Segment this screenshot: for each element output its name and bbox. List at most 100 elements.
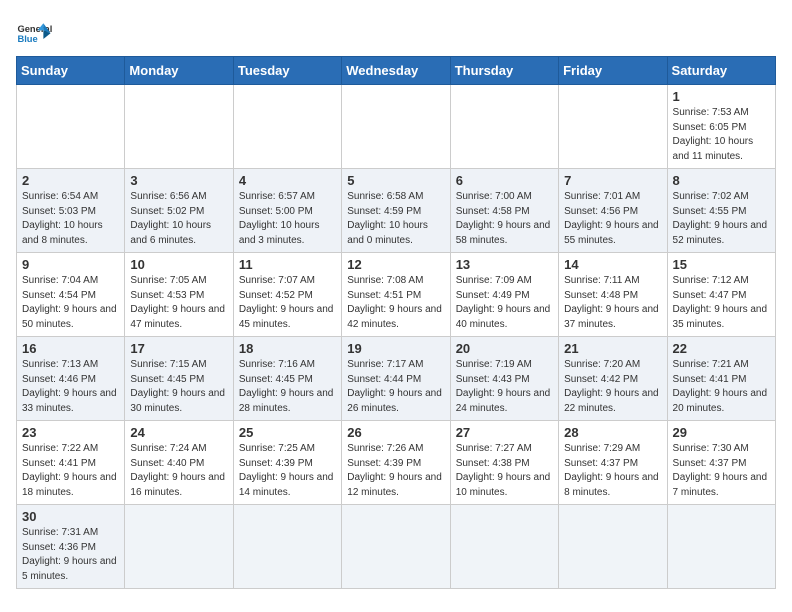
calendar-cell: 12 Sunrise: 7:08 AM Sunset: 4:51 PM Dayli…: [342, 253, 450, 337]
calendar-cell: 14 Sunrise: 7:11 AM Sunset: 4:48 PM Dayli…: [559, 253, 667, 337]
day-info: Sunrise: 7:15 AM Sunset: 4:45 PM Dayligh…: [130, 358, 227, 416]
calendar-week-row: 16Sunrise: 7:13 AM Sunset: 4:46 PM Dayli…: [17, 337, 776, 421]
day-number: 8: [673, 173, 770, 188]
day-number: 10: [130, 257, 227, 272]
day-info: Sunrise: 7:13 AM Sunset: 4:46 PM Dayligh…: [22, 358, 119, 416]
day-info: Sunrise: 7:00 AM Sunset: 4:58 PM Dayligh…: [456, 190, 553, 248]
day-info: Sunrise: 7:26 AM Sunset: 4:39 PM Dayligh…: [347, 442, 444, 500]
day-info: Sunrise: 7:01 AM Sunset: 4:56 PM Dayligh…: [564, 190, 661, 248]
day-info: Sunrise: 6:57 AM Sunset: 5:00 PM Dayligh…: [239, 190, 336, 248]
calendar-cell: [342, 505, 450, 589]
calendar-cell: 4 Sunrise: 6:57 AM Sunset: 5:00 PM Daylig…: [233, 169, 341, 253]
calendar-cell: 27 Sunrise: 7:27 AM Sunset: 4:38 PM Dayli…: [450, 421, 558, 505]
calendar-cell: 13 Sunrise: 7:09 AM Sunset: 4:49 PM Dayli…: [450, 253, 558, 337]
day-info: Sunrise: 7:31 AM Sunset: 4:36 PM Dayligh…: [22, 526, 119, 584]
day-number: 7: [564, 173, 661, 188]
calendar-day-header: Tuesday: [233, 57, 341, 85]
calendar-cell: 18 Sunrise: 7:16 AM Sunset: 4:45 PM Dayli…: [233, 337, 341, 421]
calendar-cell: [450, 85, 558, 169]
page-header: General Blue: [16, 16, 776, 52]
day-number: 27: [456, 425, 553, 440]
logo-icon: General Blue: [16, 16, 52, 52]
day-number: 6: [456, 173, 553, 188]
day-info: Sunrise: 7:02 AM Sunset: 4:55 PM Dayligh…: [673, 190, 770, 248]
day-number: 1: [673, 89, 770, 104]
day-number: 17: [130, 341, 227, 356]
day-info: Sunrise: 7:12 AM Sunset: 4:47 PM Dayligh…: [673, 274, 770, 332]
day-info: Sunrise: 7:27 AM Sunset: 4:38 PM Dayligh…: [456, 442, 553, 500]
calendar-cell: [233, 505, 341, 589]
day-info: Sunrise: 7:16 AM Sunset: 4:45 PM Dayligh…: [239, 358, 336, 416]
calendar-cell: 26Sunrise: 7:26 AM Sunset: 4:39 PM Dayli…: [342, 421, 450, 505]
day-info: Sunrise: 6:54 AM Sunset: 5:03 PM Dayligh…: [22, 190, 119, 248]
calendar-cell: 21Sunrise: 7:20 AM Sunset: 4:42 PM Dayli…: [559, 337, 667, 421]
calendar-cell: 17 Sunrise: 7:15 AM Sunset: 4:45 PM Dayli…: [125, 337, 233, 421]
calendar-cell: 29 Sunrise: 7:30 AM Sunset: 4:37 PM Dayli…: [667, 421, 775, 505]
day-number: 5: [347, 173, 444, 188]
calendar-cell: 8 Sunrise: 7:02 AM Sunset: 4:55 PM Daylig…: [667, 169, 775, 253]
calendar-cell: 3Sunrise: 6:56 AM Sunset: 5:02 PM Daylig…: [125, 169, 233, 253]
calendar-day-header: Saturday: [667, 57, 775, 85]
calendar-cell: [233, 85, 341, 169]
day-number: 4: [239, 173, 336, 188]
calendar-cell: 30 Sunrise: 7:31 AM Sunset: 4:36 PM Dayli…: [17, 505, 125, 589]
calendar-day-header: Thursday: [450, 57, 558, 85]
calendar-table: SundayMondayTuesdayWednesdayThursdayFrid…: [16, 56, 776, 589]
calendar-cell: 1Sunrise: 7:53 AM Sunset: 6:05 PM Daylig…: [667, 85, 775, 169]
day-number: 12: [347, 257, 444, 272]
day-number: 29: [673, 425, 770, 440]
day-number: 24: [130, 425, 227, 440]
calendar-header: SundayMondayTuesdayWednesdayThursdayFrid…: [17, 57, 776, 85]
calendar-cell: 5 Sunrise: 6:58 AM Sunset: 4:59 PM Daylig…: [342, 169, 450, 253]
day-info: Sunrise: 7:04 AM Sunset: 4:54 PM Dayligh…: [22, 274, 119, 332]
calendar-day-header: Sunday: [17, 57, 125, 85]
day-number: 9: [22, 257, 119, 272]
calendar-day-header: Friday: [559, 57, 667, 85]
calendar-week-row: 9 Sunrise: 7:04 AM Sunset: 4:54 PM Daylig…: [17, 253, 776, 337]
calendar-cell: 25Sunrise: 7:25 AM Sunset: 4:39 PM Dayli…: [233, 421, 341, 505]
day-number: 28: [564, 425, 661, 440]
day-info: Sunrise: 6:56 AM Sunset: 5:02 PM Dayligh…: [130, 190, 227, 248]
day-number: 30: [22, 509, 119, 524]
day-number: 23: [22, 425, 119, 440]
calendar-cell: 10Sunrise: 7:05 AM Sunset: 4:53 PM Dayli…: [125, 253, 233, 337]
calendar-day-header: Monday: [125, 57, 233, 85]
calendar-week-row: 2Sunrise: 6:54 AM Sunset: 5:03 PM Daylig…: [17, 169, 776, 253]
calendar-day-header: Wednesday: [342, 57, 450, 85]
day-info: Sunrise: 7:22 AM Sunset: 4:41 PM Dayligh…: [22, 442, 119, 500]
calendar-cell: [342, 85, 450, 169]
day-number: 13: [456, 257, 553, 272]
calendar-cell: [667, 505, 775, 589]
day-number: 18: [239, 341, 336, 356]
day-number: 19: [347, 341, 444, 356]
calendar-cell: [559, 505, 667, 589]
calendar-week-row: 1Sunrise: 7:53 AM Sunset: 6:05 PM Daylig…: [17, 85, 776, 169]
calendar-cell: 16Sunrise: 7:13 AM Sunset: 4:46 PM Dayli…: [17, 337, 125, 421]
day-info: Sunrise: 7:21 AM Sunset: 4:41 PM Dayligh…: [673, 358, 770, 416]
calendar-cell: 15Sunrise: 7:12 AM Sunset: 4:47 PM Dayli…: [667, 253, 775, 337]
day-info: Sunrise: 7:20 AM Sunset: 4:42 PM Dayligh…: [564, 358, 661, 416]
calendar-cell: 24 Sunrise: 7:24 AM Sunset: 4:40 PM Dayli…: [125, 421, 233, 505]
day-info: Sunrise: 7:24 AM Sunset: 4:40 PM Dayligh…: [130, 442, 227, 500]
calendar-week-row: 23 Sunrise: 7:22 AM Sunset: 4:41 PM Dayli…: [17, 421, 776, 505]
day-info: Sunrise: 7:19 AM Sunset: 4:43 PM Dayligh…: [456, 358, 553, 416]
day-info: Sunrise: 7:11 AM Sunset: 4:48 PM Dayligh…: [564, 274, 661, 332]
calendar-cell: 7 Sunrise: 7:01 AM Sunset: 4:56 PM Daylig…: [559, 169, 667, 253]
logo: General Blue: [16, 16, 52, 52]
calendar-cell: [17, 85, 125, 169]
day-info: Sunrise: 7:30 AM Sunset: 4:37 PM Dayligh…: [673, 442, 770, 500]
calendar-cell: 19Sunrise: 7:17 AM Sunset: 4:44 PM Dayli…: [342, 337, 450, 421]
day-info: Sunrise: 7:25 AM Sunset: 4:39 PM Dayligh…: [239, 442, 336, 500]
day-info: Sunrise: 7:08 AM Sunset: 4:51 PM Dayligh…: [347, 274, 444, 332]
day-number: 14: [564, 257, 661, 272]
day-number: 11: [239, 257, 336, 272]
day-number: 20: [456, 341, 553, 356]
day-info: Sunrise: 6:58 AM Sunset: 4:59 PM Dayligh…: [347, 190, 444, 248]
day-info: Sunrise: 7:09 AM Sunset: 4:49 PM Dayligh…: [456, 274, 553, 332]
calendar-cell: 22 Sunrise: 7:21 AM Sunset: 4:41 PM Dayli…: [667, 337, 775, 421]
day-info: Sunrise: 7:29 AM Sunset: 4:37 PM Dayligh…: [564, 442, 661, 500]
calendar-cell: 11Sunrise: 7:07 AM Sunset: 4:52 PM Dayli…: [233, 253, 341, 337]
calendar-cell: 23 Sunrise: 7:22 AM Sunset: 4:41 PM Dayli…: [17, 421, 125, 505]
day-number: 22: [673, 341, 770, 356]
calendar-cell: 20 Sunrise: 7:19 AM Sunset: 4:43 PM Dayli…: [450, 337, 558, 421]
